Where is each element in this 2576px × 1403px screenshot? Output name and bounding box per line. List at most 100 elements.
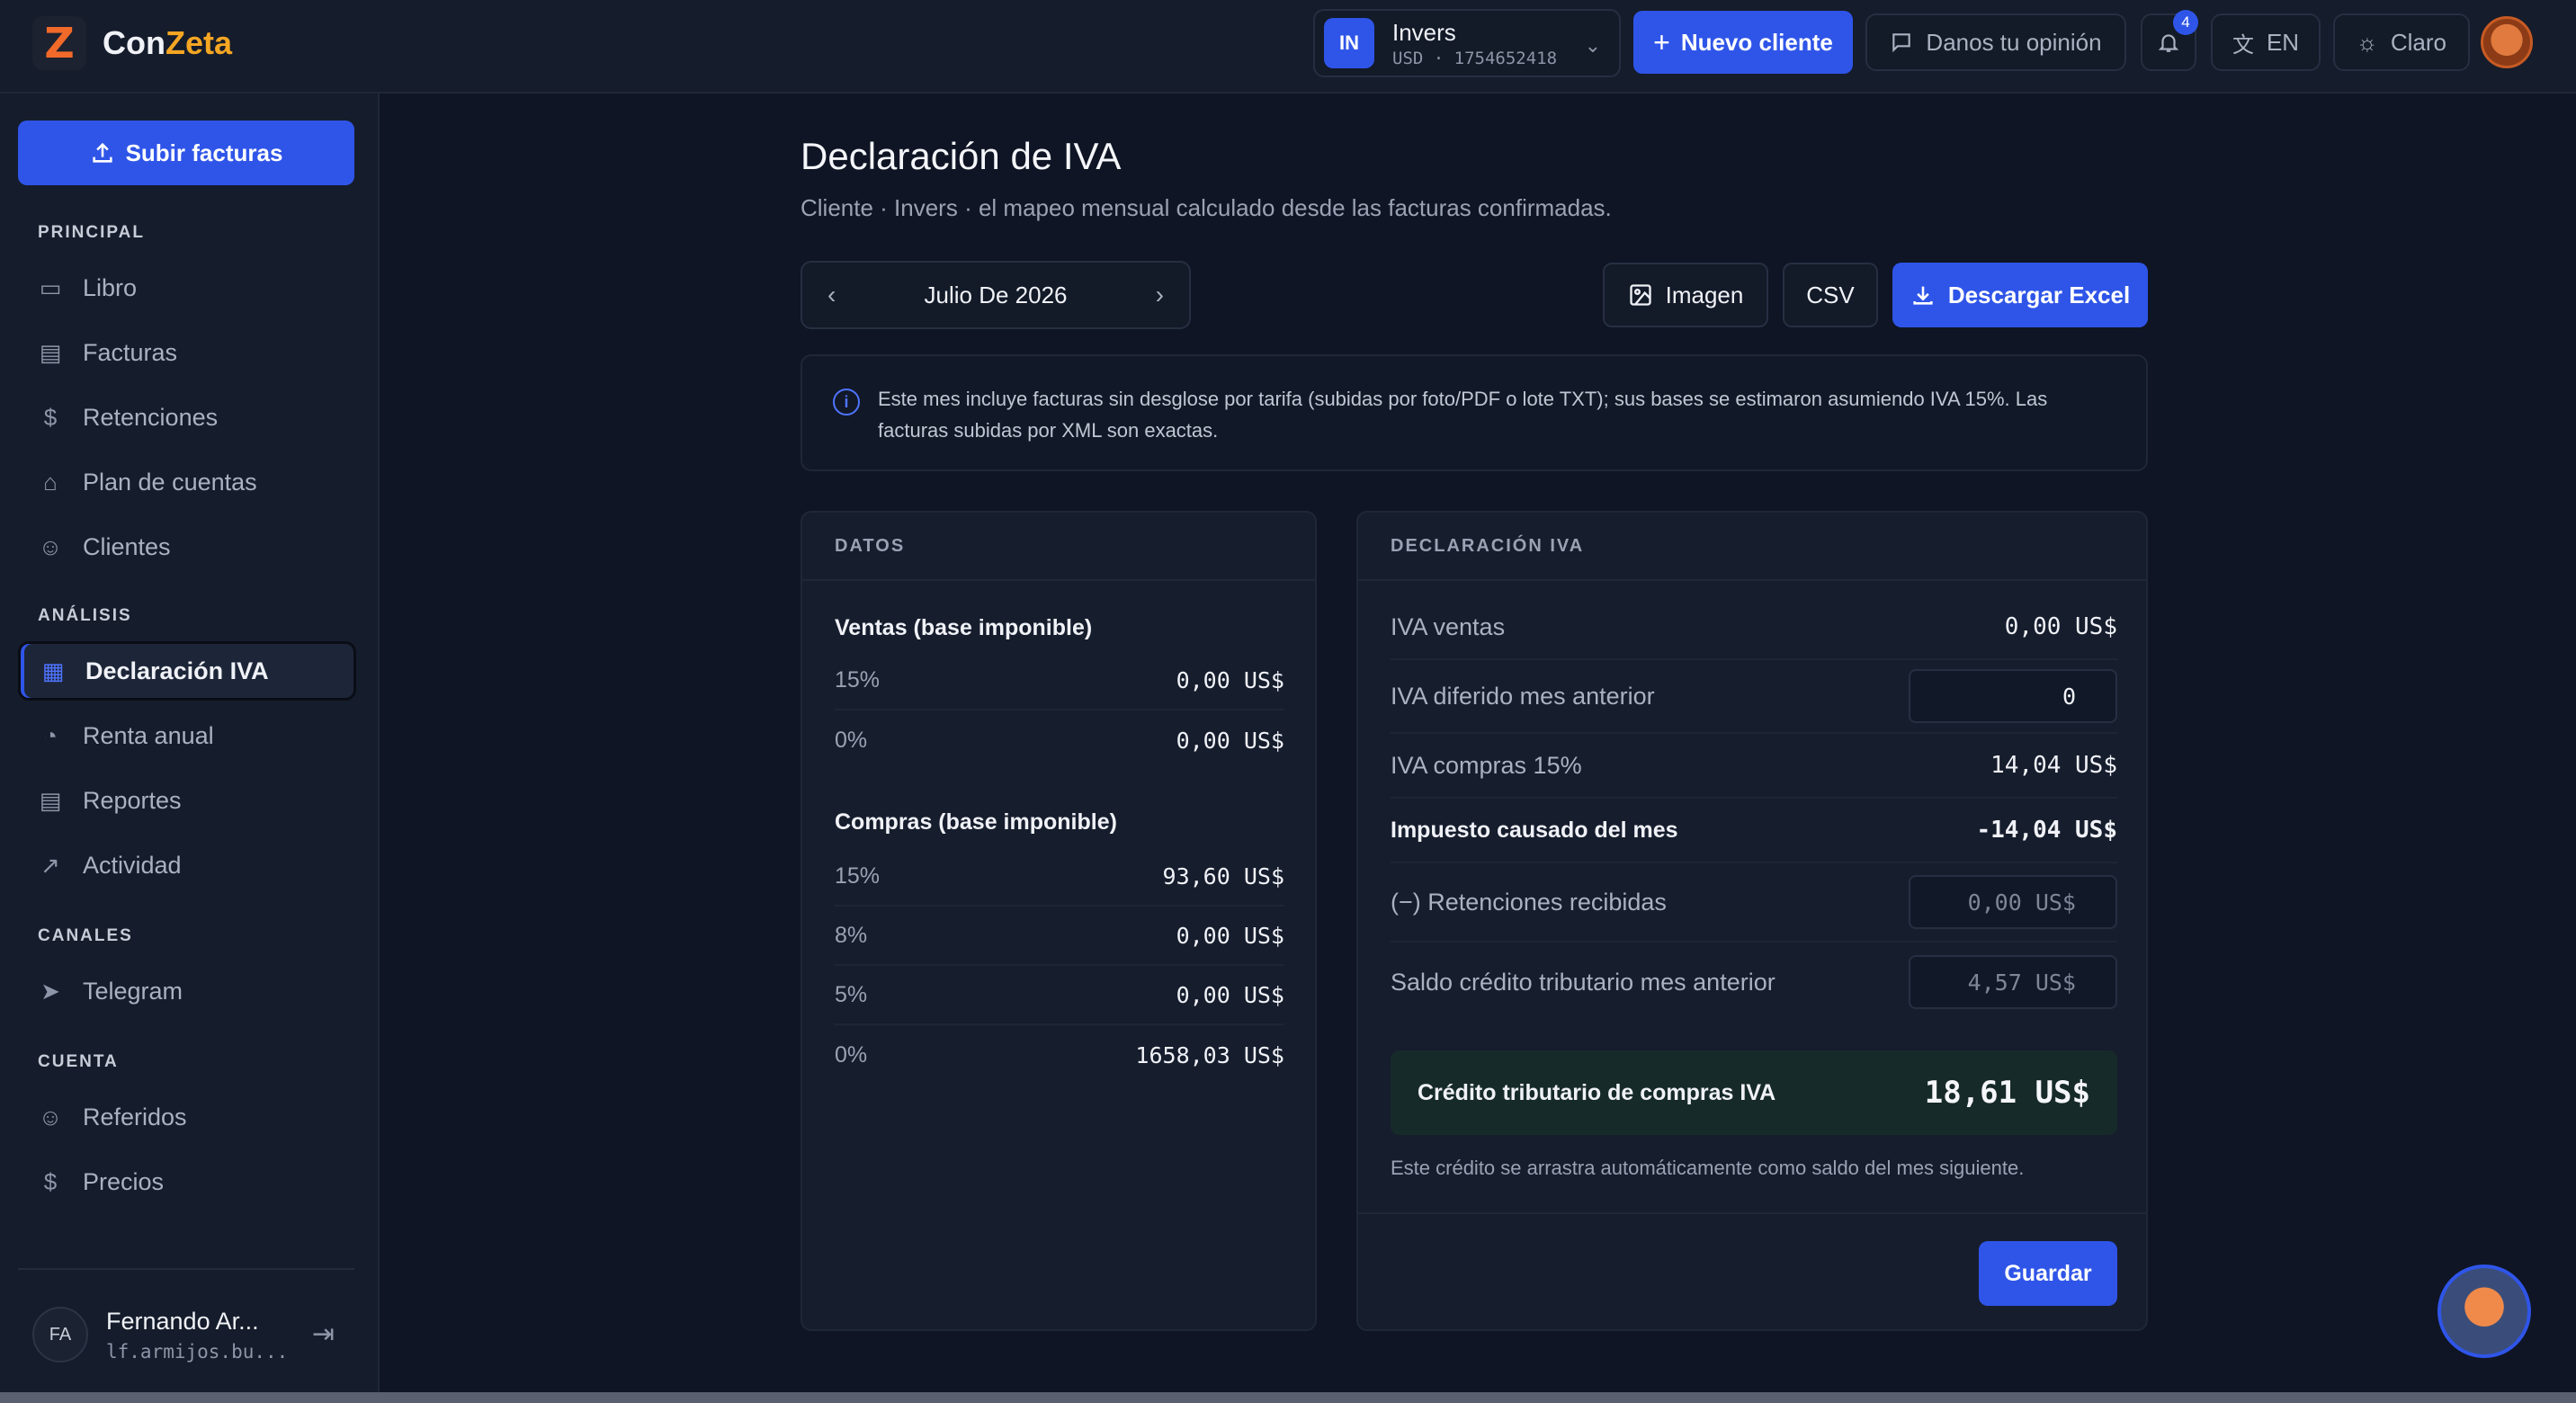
sidebar-item-facturas[interactable]: ▤ Facturas xyxy=(18,323,356,382)
panel-divider xyxy=(1358,1212,2146,1214)
section-analisis: ANÁLISIS xyxy=(38,606,132,625)
dollar-circle-icon: $ xyxy=(43,1167,58,1195)
file-icon: ▤ xyxy=(39,338,62,366)
rate-label: 5% xyxy=(835,981,868,1007)
rate-label: 15% xyxy=(835,862,881,889)
iva-ventas-row: IVA ventas 0,00 US$ xyxy=(1391,595,2117,660)
translate-icon: 文 xyxy=(2232,32,2254,58)
impuesto-causado-value: -14,04 US$ xyxy=(1976,817,2117,844)
sidebar-item-label: Reportes xyxy=(83,786,182,814)
logout-icon[interactable]: ⇥ xyxy=(312,1318,335,1350)
credito-label: Crédito tributario de compras IVA xyxy=(1418,1079,1776,1105)
theme-button[interactable]: ☼ Claro xyxy=(2333,13,2470,71)
sidebar-item-telegram[interactable]: ➤ Telegram xyxy=(18,961,356,1021)
impuesto-causado-row: Impuesto causado del mes -14,04 US$ xyxy=(1391,799,2117,863)
download-excel-button[interactable]: Descargar Excel xyxy=(1892,263,2148,327)
rate-value: 0,00 US$ xyxy=(1176,922,1284,949)
month-selector: ‹ Julio De 2026 › xyxy=(801,261,1191,329)
user-avatar-top[interactable] xyxy=(2481,16,2533,68)
iva-compras-label: IVA compras 15% xyxy=(1391,751,1582,779)
client-name: Invers xyxy=(1392,18,1456,46)
users-icon: ☺ xyxy=(38,532,63,560)
sidebar-item-label: Renta anual xyxy=(83,721,214,749)
client-switcher[interactable]: IN Invers USD · 1754652418 ⌄ xyxy=(1313,9,1621,77)
feedback-button[interactable]: Danos tu opinión xyxy=(1865,13,2126,71)
impuesto-causado-label: Impuesto causado del mes xyxy=(1391,817,1678,843)
sidebar-item-label: Clientes xyxy=(83,532,171,560)
compras-row: 15% 93,60 US$ xyxy=(835,847,1284,907)
user-profile[interactable]: FA Fernando Ar... lf.armijos.bu... ⇥ xyxy=(32,1299,356,1371)
notification-count-badge: 4 xyxy=(2173,10,2198,35)
iva-diferido-label: IVA diferido mes anterior xyxy=(1391,682,1655,710)
section-cuenta: CUENTA xyxy=(38,1052,119,1071)
send-icon: ➤ xyxy=(40,977,60,1005)
app-name-accent: Zeta xyxy=(165,24,233,61)
info-banner: i Este mes incluye facturas sin desglose… xyxy=(801,354,2148,471)
new-client-button[interactable]: + Nuevo cliente xyxy=(1633,11,1853,74)
sidebar-item-reportes[interactable]: ▤ Reportes xyxy=(18,771,356,830)
iva-diferido-input[interactable]: 0 xyxy=(1909,669,2117,723)
datos-panel: DATOS Ventas (base imponible) 15% 0,00 U… xyxy=(801,511,1317,1331)
section-canales: CANALES xyxy=(38,926,133,945)
sidebar-item-label: Declaración IVA xyxy=(85,657,269,684)
piggy-bank-icon: ◔ xyxy=(43,721,58,749)
sidebar-item-clientes[interactable]: ☺ Clientes xyxy=(18,517,356,576)
compras-row: 5% 0,00 US$ xyxy=(835,966,1284,1025)
book-icon: ▭ xyxy=(39,273,62,301)
language-label: EN xyxy=(2266,28,2300,56)
sidebar: Subir facturas PRINCIPAL ▭ Libro ▤ Factu… xyxy=(0,94,380,1403)
chevron-down-icon: ⌄ xyxy=(1584,34,1601,57)
rate-label: 8% xyxy=(835,922,868,948)
feedback-label: Danos tu opinión xyxy=(1926,28,2102,56)
app-logo[interactable]: Z ConZeta xyxy=(32,16,232,70)
export-image-button[interactable]: Imagen xyxy=(1603,263,1768,327)
saldo-credito-row: Saldo crédito tributario mes anterior 4,… xyxy=(1391,943,2117,1022)
ventas-title: Ventas (base imponible) xyxy=(835,615,1093,640)
ventas-row: 15% 0,00 US$ xyxy=(835,651,1284,710)
export-csv-label: CSV xyxy=(1806,281,1855,308)
retenciones-input[interactable]: 0,00 US$ xyxy=(1909,875,2117,929)
sidebar-item-retenciones[interactable]: $ Retenciones xyxy=(18,388,356,447)
compras-title: Compras (base imponible) xyxy=(835,809,1117,835)
rate-value: 0,00 US$ xyxy=(1176,666,1284,693)
upload-invoices-button[interactable]: Subir facturas xyxy=(18,121,354,185)
iva-diferido-row: IVA diferido mes anterior 0 xyxy=(1391,660,2117,734)
saldo-credito-input[interactable]: 4,57 US$ xyxy=(1909,955,2117,1009)
sidebar-item-precios[interactable]: $ Precios xyxy=(18,1152,356,1211)
sidebar-item-libro[interactable]: ▭ Libro xyxy=(18,258,356,317)
language-button[interactable]: 文 EN xyxy=(2211,13,2321,71)
user-email: lf.armijos.bu... xyxy=(106,1340,286,1363)
user-name: Fernando Ar... xyxy=(106,1307,259,1335)
rate-value: 0,00 US$ xyxy=(1176,981,1284,1008)
window-bottom-edge xyxy=(0,1392,2576,1403)
iva-compras-value: 14,04 US$ xyxy=(1990,752,2117,779)
retenciones-label: (−) Retenciones recibidas xyxy=(1391,888,1667,916)
ventas-row: 0% 0,00 US$ xyxy=(835,710,1284,770)
sidebar-item-declaracion-iva[interactable]: ▦ Declaración IVA xyxy=(18,641,356,701)
compras-row: 8% 0,00 US$ xyxy=(835,907,1284,966)
app-name-prefix: Con xyxy=(103,24,165,61)
chart-line-icon: ↗ xyxy=(40,851,60,879)
sidebar-item-actividad[interactable]: ↗ Actividad xyxy=(18,836,356,895)
assistant-mascot-button[interactable] xyxy=(2437,1264,2531,1358)
sidebar-item-referidos[interactable]: ☺ Referidos xyxy=(18,1087,356,1147)
upload-icon xyxy=(92,142,112,163)
client-sub: USD · 1754652418 xyxy=(1392,48,1558,68)
month-label: Julio De 2026 xyxy=(924,281,1068,308)
retenciones-row: (−) Retenciones recibidas 0,00 US$ xyxy=(1391,863,2117,943)
declaracion-panel: DECLARACIÓN IVA IVA ventas 0,00 US$ IVA … xyxy=(1356,511,2148,1331)
save-button[interactable]: Guardar xyxy=(1979,1241,2117,1306)
sidebar-item-renta-anual[interactable]: ◔ Renta anual xyxy=(18,706,356,765)
chevron-left-icon[interactable]: ‹ xyxy=(827,281,836,309)
users-icon: ☺ xyxy=(38,1103,63,1130)
sidebar-item-plan-cuentas[interactable]: ⌂ Plan de cuentas xyxy=(18,452,356,512)
report-icon: ▦ xyxy=(41,657,65,684)
iva-ventas-label: IVA ventas xyxy=(1391,612,1506,640)
sidebar-divider xyxy=(18,1268,354,1270)
client-badge: IN xyxy=(1324,18,1374,68)
notifications-button[interactable]: 4 xyxy=(2141,10,2198,71)
bell-icon xyxy=(2158,34,2179,52)
chevron-right-icon[interactable]: › xyxy=(1156,281,1164,309)
export-csv-button[interactable]: CSV xyxy=(1783,263,1878,327)
credito-tributario-box: Crédito tributario de compras IVA 18,61 … xyxy=(1391,1050,2117,1135)
